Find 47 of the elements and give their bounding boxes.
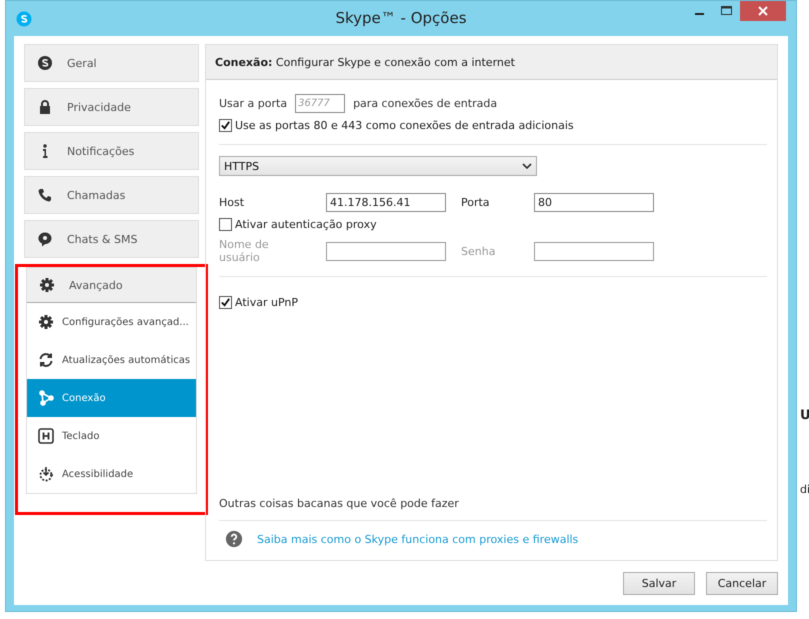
field-label: Host [219, 196, 246, 209]
sidebar-subitem[interactable]: Atualizações automáticas [27, 341, 196, 379]
gear-icon [39, 277, 55, 293]
save-button[interactable]: Salvar [623, 572, 695, 594]
window-title: Skype™ - Opções [335, 9, 467, 27]
sidebar-item[interactable]: Notificações [24, 132, 199, 170]
sidebar-item[interactable]: Geral [24, 44, 199, 82]
sidebar-subitem[interactable]: Teclado [27, 417, 196, 455]
host-field[interactable]: 41.178.156.41 [326, 193, 446, 212]
nodes-icon [38, 390, 54, 406]
sidebar-subitem[interactable]: Acessibilidade [27, 455, 196, 493]
help-icon [225, 530, 243, 548]
field-label: para conexões de entrada [353, 97, 498, 110]
sidebar-item[interactable]: Avançado [27, 268, 196, 303]
field-label: Porta [461, 196, 491, 209]
section-title: Outras coisas bacanas que você pode fazer [219, 497, 460, 510]
field-label: Nome de usuário [219, 238, 270, 264]
h-key-icon [38, 428, 54, 444]
sidebar-item[interactable]: Privacidade [24, 88, 199, 126]
panel-title: Conexão: Configurar Skype e conexão com a internet [215, 56, 515, 68]
checkbox-label: Ativar uPnP [235, 296, 298, 309]
chat-icon [37, 231, 53, 247]
field-label: Senha [461, 244, 496, 258]
port-field[interactable]: 36777 [295, 94, 346, 113]
caret-icon [522, 163, 532, 169]
proxy-type-dropdown[interactable]: HTTPS [219, 156, 537, 176]
checkbox-label: Use as portas 80 e 443 como conexões de entrada adicionais [235, 119, 574, 132]
sidebar-subitem[interactable]: Configurações avançad... [27, 303, 196, 341]
background-text: di [800, 483, 809, 496]
checkbox[interactable] [219, 218, 232, 231]
close-icon[interactable] [740, 1, 786, 21]
refresh-icon [38, 352, 54, 368]
port-field[interactable]: 80 [534, 193, 654, 212]
checkbox[interactable] [219, 296, 232, 309]
checkbox-label: Ativar autenticação proxy [235, 218, 377, 231]
dotted-circle-icon [38, 466, 54, 482]
skype-logo-icon [16, 10, 32, 26]
cancel-button[interactable]: Cancelar [706, 572, 778, 594]
lock-icon [37, 99, 53, 115]
sidebar-item[interactable]: Chamadas [24, 176, 199, 214]
sidebar-item[interactable]: Chats & SMS [24, 220, 199, 258]
phone-icon [37, 187, 53, 203]
skype-icon [37, 55, 53, 71]
checkbox[interactable] [219, 119, 232, 132]
field-label: Usar a porta [219, 97, 288, 110]
gear-icon [38, 314, 54, 330]
background-text: U [800, 408, 809, 423]
